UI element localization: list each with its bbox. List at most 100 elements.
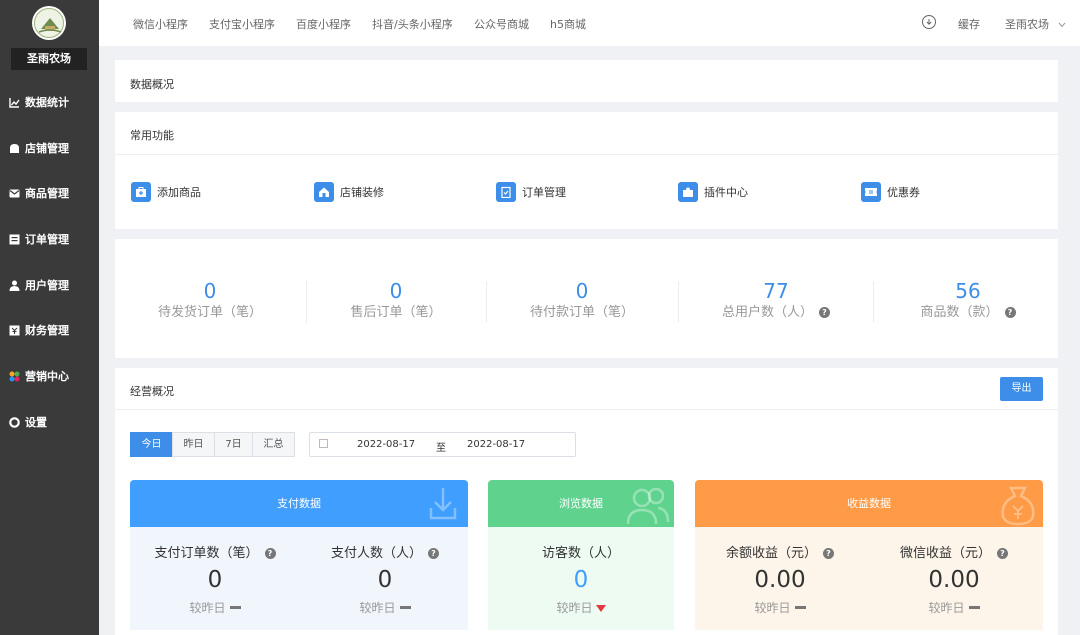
stat-label: 售后订单（笔） bbox=[350, 305, 442, 320]
overview-title: 数据概况 bbox=[130, 78, 174, 91]
overview-card: 数据概况 bbox=[115, 60, 1058, 102]
divider bbox=[115, 409, 1058, 410]
question-icon[interactable]: ? bbox=[1004, 307, 1016, 318]
sidebar-item-goods[interactable]: 商品管理 bbox=[0, 181, 99, 205]
question-icon[interactable]: ? bbox=[823, 548, 834, 559]
sidebar-item-shop[interactable]: 店铺管理 bbox=[0, 136, 99, 160]
function-coupon[interactable]: 优惠券 bbox=[861, 182, 920, 202]
metric-value: 0 bbox=[207, 567, 223, 593]
function-order-management[interactable]: 订单管理 bbox=[496, 182, 566, 202]
metric-balance-income: 余额收益（元）? 0.00 较昨日 bbox=[715, 545, 845, 617]
chevron-down-icon bbox=[1058, 18, 1066, 31]
farm-logo-icon bbox=[34, 8, 64, 38]
mail-box-icon bbox=[9, 188, 20, 199]
ticket-icon bbox=[861, 182, 881, 202]
stat-goods-count[interactable]: 56 商品数（款）? bbox=[873, 279, 1063, 323]
bag-plus-icon bbox=[131, 182, 151, 202]
metric-label: 余额收益（元） bbox=[725, 546, 817, 561]
period-summary[interactable]: 汇总 bbox=[252, 432, 295, 457]
top-link-baidu-miniprogram[interactable]: 百度小程序 bbox=[296, 16, 351, 32]
flat-trend-icon bbox=[968, 606, 980, 609]
gear-icon bbox=[9, 416, 20, 428]
metric-compare: 较昨日 bbox=[359, 601, 396, 615]
metric-compare: 较昨日 bbox=[928, 601, 965, 615]
store-name[interactable]: 圣雨农场 bbox=[11, 48, 87, 70]
stat-pending-shipment[interactable]: 0 待发货订单（笔） bbox=[115, 279, 305, 323]
function-add-goods[interactable]: 添加商品 bbox=[131, 182, 201, 202]
list-icon bbox=[9, 234, 20, 245]
sidebar-item-marketing[interactable]: 营销中心 bbox=[0, 364, 99, 388]
calendar-icon bbox=[319, 439, 328, 448]
business-card: 经营概况 导出 今日 昨日 7日 汇总 2022-08-17 至 2022-08… bbox=[115, 368, 1058, 635]
panel-body: 余额收益（元）? 0.00 较昨日 微信收益（元）? 0.00 较昨日 bbox=[695, 527, 1043, 630]
panel-title: 支付数据 bbox=[277, 497, 321, 510]
export-button[interactable]: 导出 bbox=[1000, 377, 1043, 401]
sidebar-item-label: 订单管理 bbox=[25, 233, 69, 246]
stat-total-users[interactable]: 77 总用户数（人）? bbox=[681, 279, 871, 323]
metric-compare: 较昨日 bbox=[556, 601, 593, 615]
metric-value: 0.00 bbox=[928, 567, 980, 593]
function-shop-decoration[interactable]: 店铺装修 bbox=[314, 182, 384, 202]
period-7days[interactable]: 7日 bbox=[214, 432, 253, 457]
account-menu[interactable]: 圣雨农场 bbox=[1005, 16, 1066, 32]
question-icon[interactable]: ? bbox=[428, 548, 439, 559]
top-link-official-account-mall[interactable]: 公众号商城 bbox=[474, 16, 529, 32]
flat-trend-icon bbox=[229, 606, 241, 609]
top-link-wechat-miniprogram[interactable]: 微信小程序 bbox=[133, 16, 188, 32]
metric-pay-users: 支付人数（人）? 0 较昨日 bbox=[320, 545, 450, 617]
metric-pay-orders: 支付订单数（笔）? 0 较昨日 bbox=[150, 545, 280, 617]
sidebar-item-statistics[interactable]: 数据统计 bbox=[0, 90, 99, 114]
shop-icon bbox=[9, 143, 20, 154]
top-navigation: 微信小程序 支付宝小程序 百度小程序 抖音/头条小程序 公众号商城 h5商城 缓… bbox=[99, 0, 1080, 46]
stat-pending-payment[interactable]: 0 待付款订单（笔） bbox=[487, 279, 677, 323]
sidebar-item-label: 商品管理 bbox=[25, 187, 69, 200]
users-icon bbox=[626, 486, 670, 527]
date-range-picker[interactable]: 2022-08-17 至 2022-08-17 bbox=[309, 432, 576, 457]
business-title: 经营概况 bbox=[130, 385, 174, 398]
stat-value: 0 bbox=[203, 279, 217, 303]
store-logo bbox=[32, 6, 66, 40]
stat-value: 0 bbox=[389, 279, 403, 303]
money-bag-icon bbox=[999, 484, 1037, 527]
metric-compare: 较昨日 bbox=[754, 601, 791, 615]
stat-label: 商品数（款） bbox=[920, 305, 999, 320]
house-icon bbox=[314, 182, 334, 202]
period-yesterday[interactable]: 昨日 bbox=[172, 432, 215, 457]
question-icon[interactable]: ? bbox=[997, 548, 1008, 559]
download-icon bbox=[428, 486, 458, 527]
panel-body: 支付订单数（笔）? 0 较昨日 支付人数（人）? 0 较昨日 bbox=[130, 527, 468, 630]
download-icon[interactable] bbox=[922, 15, 936, 29]
flat-trend-icon bbox=[399, 606, 411, 609]
metric-compare: 较昨日 bbox=[189, 601, 226, 615]
arrow-down-icon bbox=[595, 605, 606, 612]
sidebar-item-settings[interactable]: 设置 bbox=[0, 410, 99, 434]
function-label: 插件中心 bbox=[704, 186, 748, 199]
chart-line-icon bbox=[9, 97, 20, 108]
top-link-alipay-miniprogram[interactable]: 支付宝小程序 bbox=[209, 16, 275, 32]
top-link-h5-mall[interactable]: h5商城 bbox=[550, 16, 586, 32]
metric-label: 访客数（人） bbox=[541, 546, 620, 561]
question-icon[interactable]: ? bbox=[819, 307, 830, 318]
function-plugin-center[interactable]: 插件中心 bbox=[678, 182, 748, 202]
question-icon[interactable]: ? bbox=[264, 548, 276, 559]
function-label: 优惠券 bbox=[887, 186, 920, 199]
sidebar-item-orders[interactable]: 订单管理 bbox=[0, 227, 99, 251]
marketing-icon bbox=[9, 371, 20, 382]
metric-wechat-income: 微信收益（元）? 0.00 较昨日 bbox=[889, 545, 1019, 617]
stat-label: 总用户数（人） bbox=[721, 305, 813, 320]
top-link-douyin-miniprogram[interactable]: 抖音/头条小程序 bbox=[372, 16, 453, 32]
cache-button[interactable]: 缓存 bbox=[958, 16, 980, 32]
user-icon bbox=[9, 280, 20, 291]
function-label: 添加商品 bbox=[157, 186, 201, 199]
income-panel: 收益数据 余额收益（元）? 0.00 较昨日 微信收益（元）? 0.00 较昨日 bbox=[695, 480, 1043, 630]
payment-panel: 支付数据 支付订单数（笔）? 0 较昨日 支付人数（人）? 0 较昨日 bbox=[130, 480, 468, 630]
functions-title: 常用功能 bbox=[130, 129, 174, 142]
stat-after-sales[interactable]: 0 售后订单（笔） bbox=[301, 279, 491, 323]
metric-value: 0.00 bbox=[754, 567, 806, 593]
metric-value: 0 bbox=[377, 567, 393, 593]
metric-visitors: 访客数（人） 0 较昨日 bbox=[508, 545, 654, 617]
stat-label: 待付款订单（笔） bbox=[529, 305, 634, 320]
sidebar-item-users[interactable]: 用户管理 bbox=[0, 273, 99, 297]
sidebar-item-finance[interactable]: 财务管理 bbox=[0, 318, 99, 342]
period-today[interactable]: 今日 bbox=[130, 432, 173, 457]
